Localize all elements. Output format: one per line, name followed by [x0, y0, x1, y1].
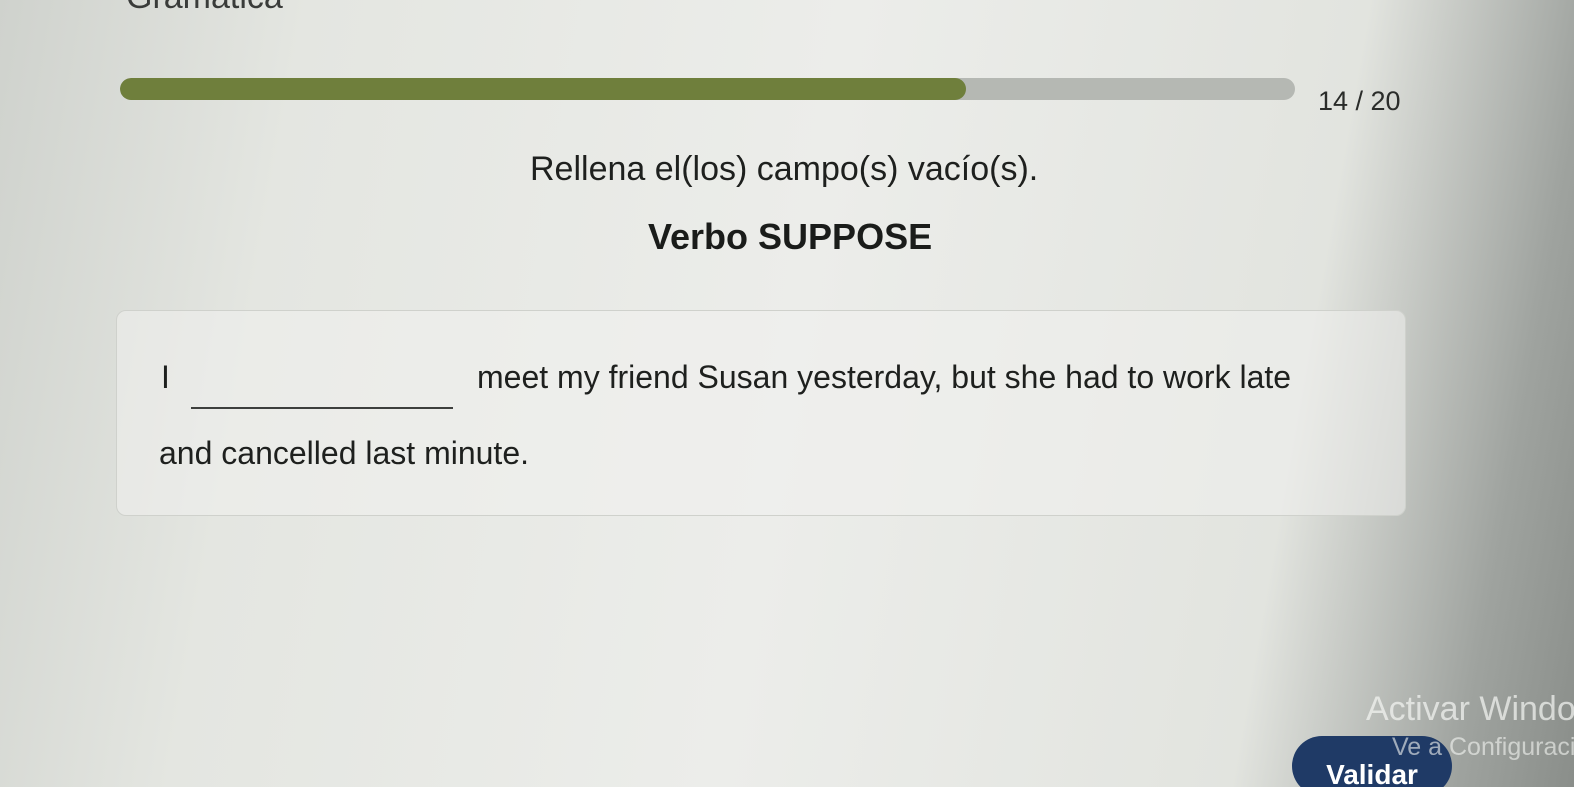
- blank-answer-input[interactable]: [191, 363, 453, 409]
- page-title: Gramática: [126, 0, 283, 17]
- sentence-end: and cancelled last minute.: [159, 435, 529, 471]
- exercise-card: I meet my friend Susan yesterday, but sh…: [116, 310, 1406, 516]
- progress-bar-fill: [120, 78, 966, 100]
- verb-heading: Verbo SUPPOSE: [648, 216, 933, 257]
- progress-counter: 14 / 20: [1318, 86, 1401, 116]
- screen: Gramática 14 / 20 Rellena el(los) campo(…: [0, 0, 1574, 787]
- windows-activation-watermark-sub: Ve a Configuración: [1392, 733, 1574, 761]
- windows-activation-watermark: Activar Windo: [1366, 690, 1574, 728]
- sentence-subject: I: [161, 359, 170, 395]
- sentence-rest: meet my friend Susan yesterday, but she …: [477, 359, 1292, 395]
- instruction-text: Rellena el(los) campo(s) vacío(s).: [530, 150, 1039, 188]
- progress-bar: [120, 78, 1295, 100]
